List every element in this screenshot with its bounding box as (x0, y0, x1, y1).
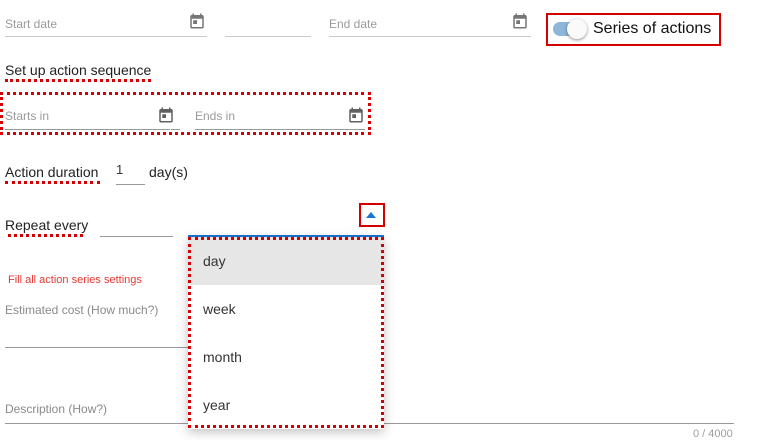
end-date-field[interactable]: End date (329, 17, 377, 31)
action-duration-input-underline (116, 184, 145, 185)
start-date-field[interactable]: Start date (5, 17, 57, 31)
estimated-cost-field[interactable]: Estimated cost (How much?) (5, 303, 158, 317)
series-toggle-label: Series of actions (593, 20, 712, 37)
repeat-every-underline (8, 234, 83, 237)
estimated-cost-underline (5, 347, 193, 348)
calendar-icon[interactable] (347, 106, 365, 124)
sequence-heading-underline (5, 79, 151, 82)
chevron-up-icon[interactable] (366, 212, 376, 218)
calendar-icon[interactable] (157, 106, 175, 124)
action-duration-label: Action duration (5, 164, 99, 180)
ends-in-underline (195, 129, 365, 130)
start-date-underline (5, 36, 207, 37)
description-character-counter: 0 / 4000 (693, 428, 733, 440)
starts-in-time-underline[interactable] (171, 129, 180, 130)
action-duration-underline (5, 181, 100, 184)
action-duration-input[interactable]: 1 (116, 162, 123, 177)
calendar-icon[interactable] (188, 12, 206, 30)
dropdown-highlight (188, 237, 384, 428)
sequence-heading: Set up action sequence (5, 62, 152, 78)
repeat-count-input[interactable] (100, 236, 173, 237)
time-field-underline[interactable] (225, 36, 311, 37)
description-field[interactable]: Description (How?) (5, 402, 107, 416)
repeat-every-label: Repeat every (5, 217, 89, 233)
end-date-underline (329, 36, 531, 37)
ends-in-field[interactable]: Ends in (195, 109, 235, 123)
series-error-message: Fill all action series settings (8, 274, 142, 286)
starts-in-field[interactable]: Starts in (5, 109, 49, 123)
action-duration-unit: day(s) (149, 164, 188, 180)
calendar-icon[interactable] (511, 12, 529, 30)
starts-in-underline (5, 129, 170, 130)
series-toggle-knob[interactable] (567, 19, 587, 39)
